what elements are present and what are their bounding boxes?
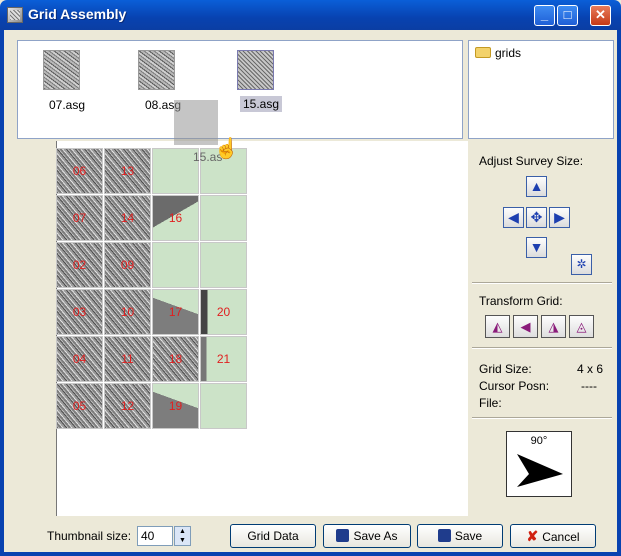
floppy-disk-icon bbox=[336, 529, 350, 542]
grid-label: 18 bbox=[168, 352, 183, 366]
thumbnail-label[interactable]: 07.asg bbox=[49, 98, 85, 112]
window-frame-left bbox=[0, 30, 4, 556]
separator bbox=[472, 347, 612, 349]
flip-vertical-icon[interactable]: ◀ bbox=[513, 315, 538, 338]
cursor-posn-value: ---- bbox=[581, 379, 597, 393]
adjust-survey-title: Adjust Survey Size: bbox=[479, 154, 584, 168]
grid-cell-empty[interactable] bbox=[152, 148, 199, 194]
grid-cell[interactable]: 10 bbox=[104, 289, 151, 335]
maximize-button[interactable]: □ bbox=[557, 5, 578, 26]
window-frame-right bbox=[617, 30, 621, 556]
arrow-down-icon[interactable]: ▼ bbox=[526, 237, 547, 258]
thumbnail-size-input[interactable]: 40 bbox=[137, 526, 173, 546]
center-crosshair-icon[interactable]: ✥ bbox=[526, 207, 547, 228]
grid-label: 21 bbox=[216, 352, 231, 366]
grid-cell[interactable]: 18 bbox=[152, 336, 199, 382]
compass-angle-label: 90° bbox=[530, 435, 548, 447]
grid-label: 09 bbox=[120, 258, 135, 272]
arrow-up-icon[interactable]: ▲ bbox=[526, 176, 547, 197]
save-button[interactable]: Save bbox=[417, 524, 503, 548]
grid-cell[interactable]: 05 bbox=[56, 383, 103, 429]
grid-label: 19 bbox=[168, 399, 183, 413]
grid-cell[interactable]: 06 bbox=[56, 148, 103, 194]
grid-cell[interactable]: 11 bbox=[104, 336, 151, 382]
grid-label: 12 bbox=[120, 399, 135, 413]
compass-box: 90° bbox=[506, 431, 572, 497]
grid-label: 17 bbox=[168, 305, 183, 319]
grid-cell[interactable]: 21 bbox=[200, 336, 247, 382]
grid-cell[interactable]: 12 bbox=[104, 383, 151, 429]
grid-label: 10 bbox=[120, 305, 135, 319]
minimize-button[interactable]: _ bbox=[534, 5, 555, 26]
thumbnail-label-selected[interactable]: 15.asg bbox=[240, 96, 283, 112]
thumbnail-strip[interactable]: 07.asg 08.asg 15.asg bbox=[17, 40, 463, 139]
grid-data-button[interactable]: Grid Data bbox=[230, 524, 316, 548]
grid-cell[interactable]: 07 bbox=[56, 195, 103, 241]
folder-tree[interactable]: grids bbox=[468, 40, 614, 139]
thumbnail-size-spinner[interactable]: ▲ ▼ bbox=[174, 526, 191, 546]
drag-ghost-thumbnail bbox=[174, 100, 218, 145]
close-button[interactable]: ✕ bbox=[590, 5, 611, 26]
grid-cell[interactable]: 16 bbox=[152, 195, 199, 241]
grid-label: 03 bbox=[72, 305, 87, 319]
separator bbox=[472, 282, 612, 284]
fit-grid-icon[interactable]: ✲ bbox=[571, 254, 592, 275]
grid-cell[interactable]: 02 bbox=[56, 242, 103, 288]
grid-cell[interactable]: 20 bbox=[200, 289, 247, 335]
thumbnail-size-label: Thumbnail size: bbox=[47, 529, 132, 543]
cancel-button[interactable]: ✘ Cancel bbox=[510, 524, 596, 548]
right-panel: Adjust Survey Size: ▲ ◀ ✥ ▶ ▼ ✲ Transfor… bbox=[470, 141, 615, 516]
transform-grid-title: Transform Grid: bbox=[479, 294, 563, 308]
file-label: File: bbox=[479, 396, 502, 410]
grid-label: 06 bbox=[72, 164, 87, 178]
grid-label: 07 bbox=[72, 211, 87, 225]
grid-cell[interactable]: 04 bbox=[56, 336, 103, 382]
thumbnail-image-07[interactable] bbox=[43, 50, 80, 90]
grid-label: 04 bbox=[72, 352, 87, 366]
save-as-button[interactable]: Save As bbox=[323, 524, 411, 548]
grid-cell-empty[interactable] bbox=[200, 195, 247, 241]
grid-cell[interactable]: 19 bbox=[152, 383, 199, 429]
thumbnail-image-15[interactable] bbox=[237, 50, 274, 90]
grid-cell[interactable]: 17 bbox=[152, 289, 199, 335]
grid-label: 16 bbox=[168, 211, 183, 225]
grid-label: 11 bbox=[121, 352, 134, 366]
grid-label: 20 bbox=[216, 305, 231, 319]
window-title: Grid Assembly bbox=[28, 6, 127, 22]
hand-cursor-icon: ☝ bbox=[214, 138, 239, 160]
folder-icon bbox=[475, 47, 491, 58]
grid-size-value: 4 x 6 bbox=[577, 362, 604, 376]
grid-label: 13 bbox=[120, 164, 135, 178]
separator bbox=[472, 417, 612, 419]
window-frame-bottom bbox=[0, 552, 621, 556]
grid-size-label: Grid Size: bbox=[479, 362, 532, 376]
mirror-grid-icon[interactable]: ◬ bbox=[569, 315, 594, 338]
grid-label: 02 bbox=[72, 258, 87, 272]
compass-arrow-icon bbox=[517, 454, 563, 487]
cancel-x-icon: ✘ bbox=[526, 528, 539, 544]
grid-cell-empty[interactable] bbox=[200, 242, 247, 288]
grid-cell[interactable]: 09 bbox=[104, 242, 151, 288]
floppy-disk-icon bbox=[437, 529, 451, 542]
rotate-grid-icon[interactable]: ◮ bbox=[541, 315, 566, 338]
arrow-left-icon[interactable]: ◀ bbox=[503, 207, 524, 228]
grid-label: 05 bbox=[72, 399, 87, 413]
flip-horizontal-icon[interactable]: ◭ bbox=[485, 315, 510, 338]
grid-cell-empty[interactable] bbox=[152, 242, 199, 288]
app-icon bbox=[7, 7, 23, 23]
grid-cell[interactable]: 03 bbox=[56, 289, 103, 335]
arrow-right-icon[interactable]: ▶ bbox=[549, 207, 570, 228]
grid-cell[interactable]: 13 bbox=[104, 148, 151, 194]
grid-label: 14 bbox=[120, 211, 135, 225]
thumbnail-image-08[interactable] bbox=[138, 50, 175, 90]
grid-cell[interactable]: 14 bbox=[104, 195, 151, 241]
grid-cell-empty[interactable] bbox=[200, 383, 247, 429]
folder-item-grids[interactable]: grids bbox=[495, 46, 521, 60]
cursor-posn-label: Cursor Posn: bbox=[479, 379, 550, 393]
